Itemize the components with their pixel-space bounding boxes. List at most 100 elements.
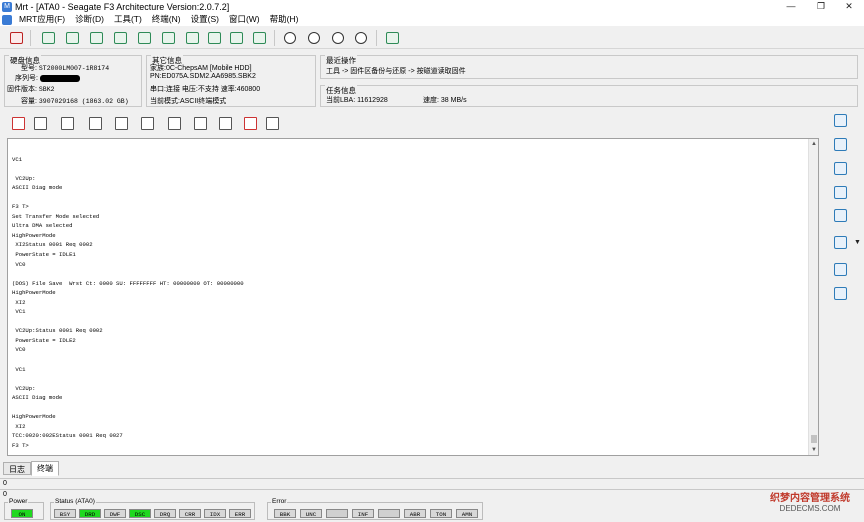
lba-text: 当前LBA: 11612928 [326,97,388,104]
led-drd: DRD [79,509,101,518]
copy-icon[interactable] [194,117,207,130]
drive-info-icon[interactable] [40,30,56,46]
status-title: Status (ATA0) [54,498,96,505]
minimize-button[interactable]: — [776,0,806,13]
scroll-down-icon[interactable]: ▼ [809,445,818,455]
led-drq: DRQ [154,509,176,518]
copy-panel-icon[interactable] [834,236,847,249]
serial-label: 序列号 [15,75,36,82]
clear-icon[interactable] [12,117,25,130]
capacity-label: 容量 [21,98,35,105]
power-cycle-icon[interactable] [834,209,847,222]
family-text: 家族:0C-ChepsAM [Mobile HDD] [150,65,252,72]
reset-icon[interactable] [834,114,847,127]
cr-icon[interactable] [141,117,154,130]
menu-help[interactable]: 帮助(H) [265,13,304,26]
menu-window[interactable]: 窗口(W) [224,13,265,26]
menu-tools[interactable]: 工具(T) [109,13,147,26]
menu-terminal[interactable]: 终端(N) [147,13,186,26]
watermark-line1: 织梦内容管理系统 [770,493,850,504]
capacity-value: 3907029168 (1863.02 GB) [38,98,129,105]
sector-icon[interactable] [64,30,80,46]
led-err: ERR [229,509,251,518]
disk-info-panel: 硬盘信息 型号: ST2000LM007-1R8174 序列号: 固件版本: S… [4,55,142,107]
terminal-text: VC1 VC2Up: ASCII Diag mode F3 T> Set Tra… [12,155,244,449]
scroll-thumb[interactable] [811,435,817,443]
led-crr: CRR [179,509,201,518]
led-blank-2 [378,509,400,518]
led-idx: IDX [204,509,226,518]
bottom-tabs: 日志 终端 [0,461,864,476]
export-icon[interactable] [89,117,102,130]
cancel-icon[interactable] [353,30,369,46]
test-icon[interactable] [136,30,152,46]
exit-icon[interactable] [384,30,400,46]
power-group: Power ON [4,498,44,520]
led-bbk: BBK [274,509,296,518]
save-icon[interactable] [34,117,47,130]
recent-text: 工具 -> 固件区备份与还原 -> 按磁道读取固件 [326,68,466,75]
app-icon: M [2,1,12,12]
menu-diagnose[interactable]: 诊断(D) [70,13,109,26]
log-icon[interactable] [115,117,128,130]
rotate-icon[interactable] [834,162,847,175]
toolbar-separator [376,30,377,46]
title-bar: M Mrt - [ATA0 - Seagate F3 Architecture … [0,0,864,13]
stop-icon[interactable] [306,30,322,46]
led-abr: ABR [404,509,426,518]
window-title: Mrt - [ATA0 - Seagate F3 Architecture Ve… [15,1,230,12]
model-value: ST2000LM007-1R8174 [38,65,110,72]
power-title: Power [8,498,29,505]
restore-button[interactable]: ❐ [806,0,836,13]
firmware-value: SBK2 [38,86,55,93]
status-bar: Power ON Status (ATA0) BSY DRD DWF DSC D… [0,498,864,522]
led-dwf: DWF [104,509,126,518]
progress-row-1: 0 [0,478,864,488]
task-panel: 任务信息 当前LBA: 11612928 速度: 38 MB/s [320,85,858,107]
pn-text: PN:ED075A.SDM2.AA6985.SBK2 [150,73,256,80]
terminal-scrollbar[interactable]: ▲ ▼ [808,139,818,455]
model-label: 型号 [21,65,35,72]
refresh-icon[interactable] [168,117,181,130]
terminal-output[interactable]: VC1 VC2Up: ASCII Diag mode F3 T> Set Tra… [7,138,819,456]
menu-settings[interactable]: 设置(S) [186,13,224,26]
led-blank-1 [326,509,348,518]
dropdown-arrow-icon[interactable]: ▼ [854,239,861,246]
progress-row-2: 0 [0,489,864,499]
scroll-up-icon[interactable]: ▲ [809,139,818,149]
tab-terminal[interactable]: 终端 [31,461,59,476]
save-as-icon[interactable] [61,117,74,130]
chart-icon[interactable] [112,30,128,46]
scan-icon[interactable] [160,30,176,46]
hand-icon[interactable] [834,138,847,151]
led-inf: INF [352,509,374,518]
close-button[interactable]: ✕ [834,0,864,13]
disconnect-icon[interactable] [8,30,24,46]
watermark-line2: DEDECMS.COM [779,504,841,513]
led-dsc: DSC [129,509,151,518]
up-icon[interactable] [834,186,847,199]
menu-mrt[interactable]: MRT应用(F) [14,13,70,26]
tab-log[interactable]: 日志 [3,462,31,475]
play-icon[interactable] [282,30,298,46]
watermark: 织梦内容管理系统 DEDECMS.COM [756,489,864,519]
settings-icon[interactable] [228,30,244,46]
led-on: ON [11,509,33,518]
ata-icon[interactable] [834,287,847,300]
delete-icon[interactable] [244,117,257,130]
rom-icon[interactable] [184,30,200,46]
pause-icon[interactable] [330,30,346,46]
image-icon[interactable] [834,263,847,276]
mode-text: 当前模式:ASCII终端模式 [150,98,227,105]
panel-icon[interactable] [251,30,267,46]
recent-panel: 最近操作 工具 -> 固件区备份与还原 -> 按磁道读取固件 [320,55,858,79]
main-toolbar [0,27,864,49]
led-amn: AMN [456,509,478,518]
paste-icon[interactable] [219,117,232,130]
firmware-label: 固件版本 [7,86,35,93]
firmware-icon[interactable] [88,30,104,46]
progress-value-1: 0 [3,480,7,487]
print-icon[interactable] [266,117,279,130]
module-icon[interactable] [206,30,222,46]
serial-redacted [39,74,80,82]
